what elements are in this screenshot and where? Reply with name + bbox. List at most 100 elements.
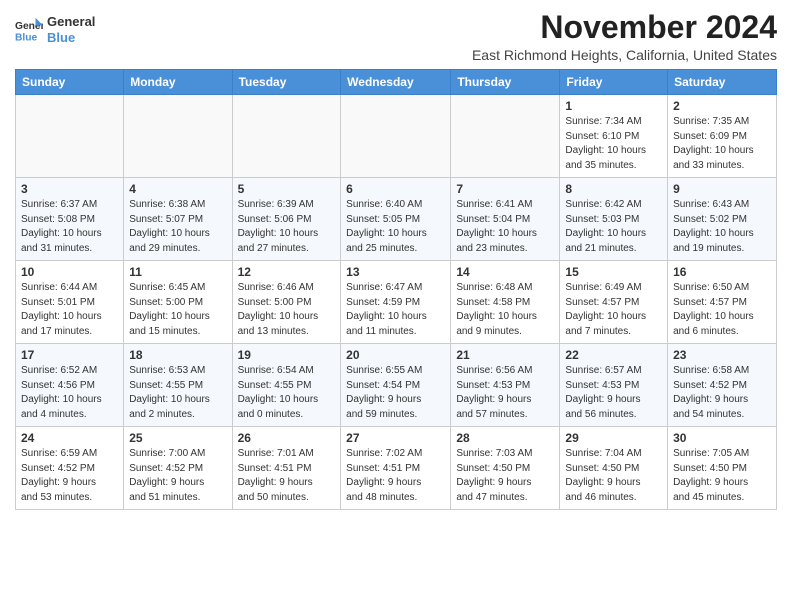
day-info: Sunrise: 7:02 AM Sunset: 4:51 PM Dayligh… [346, 447, 445, 505]
day-number: 27 [346, 431, 445, 445]
day-info: Sunrise: 6:43 AM Sunset: 5:02 PM Dayligh… [673, 198, 771, 256]
day-info: Sunrise: 7:00 AM Sunset: 4:52 PM Dayligh… [129, 447, 226, 505]
calendar-day-cell [232, 95, 341, 178]
calendar-day-cell: 20Sunrise: 6:55 AM Sunset: 4:54 PM Dayli… [341, 344, 451, 427]
calendar-day-cell [341, 95, 451, 178]
day-info: Sunrise: 6:55 AM Sunset: 4:54 PM Dayligh… [346, 364, 445, 422]
calendar-day-cell: 30Sunrise: 7:05 AM Sunset: 4:50 PM Dayli… [668, 427, 777, 510]
calendar-day-cell: 21 Sunrise: 6:56 AM Sunset: 4:53 PM Dayli… [451, 344, 560, 427]
day-number: 8 [565, 182, 662, 196]
day-number: 14 [456, 265, 554, 279]
day-info: Sunrise: 6:48 AM Sunset: 4:58 PM Dayligh… [456, 281, 554, 339]
calendar-day-cell: 8 Sunrise: 6:42 AM Sunset: 5:03 PM Daylig… [560, 178, 668, 261]
day-info: Sunrise: 6:38 AM Sunset: 5:07 PM Dayligh… [129, 198, 226, 256]
day-info: Sunrise: 6:58 AM Sunset: 4:52 PM Dayligh… [673, 364, 771, 422]
calendar-day-cell: 27 Sunrise: 7:02 AM Sunset: 4:51 PM Dayli… [341, 427, 451, 510]
svg-text:Blue: Blue [15, 32, 38, 43]
calendar-day-cell: 2Sunrise: 7:35 AM Sunset: 6:09 PM Daylig… [668, 95, 777, 178]
day-number: 25 [129, 431, 226, 445]
day-info: Sunrise: 7:01 AM Sunset: 4:51 PM Dayligh… [238, 447, 336, 505]
calendar-day-cell: 1 Sunrise: 7:34 AM Sunset: 6:10 PM Daylig… [560, 95, 668, 178]
weekday-header: Wednesday [341, 70, 451, 95]
day-number: 5 [238, 182, 336, 196]
day-info: Sunrise: 6:42 AM Sunset: 5:03 PM Dayligh… [565, 198, 662, 256]
calendar-day-cell: 4 Sunrise: 6:38 AM Sunset: 5:07 PM Daylig… [124, 178, 232, 261]
calendar-day-cell: 23Sunrise: 6:58 AM Sunset: 4:52 PM Dayli… [668, 344, 777, 427]
month-title: November 2024 [472, 10, 777, 45]
day-number: 3 [21, 182, 118, 196]
day-number: 24 [21, 431, 118, 445]
calendar-day-cell: 13 Sunrise: 6:47 AM Sunset: 4:59 PM Dayli… [341, 261, 451, 344]
weekday-header: Friday [560, 70, 668, 95]
calendar-day-cell: 17Sunrise: 6:52 AM Sunset: 4:56 PM Dayli… [16, 344, 124, 427]
day-info: Sunrise: 6:54 AM Sunset: 4:55 PM Dayligh… [238, 364, 336, 422]
day-number: 9 [673, 182, 771, 196]
day-info: Sunrise: 6:59 AM Sunset: 4:52 PM Dayligh… [21, 447, 118, 505]
calendar-day-cell: 14 Sunrise: 6:48 AM Sunset: 4:58 PM Dayli… [451, 261, 560, 344]
weekday-header: Thursday [451, 70, 560, 95]
calendar-day-cell [451, 95, 560, 178]
day-info: Sunrise: 6:49 AM Sunset: 4:57 PM Dayligh… [565, 281, 662, 339]
day-info: Sunrise: 6:45 AM Sunset: 5:00 PM Dayligh… [129, 281, 226, 339]
day-number: 22 [565, 348, 662, 362]
day-info: Sunrise: 7:03 AM Sunset: 4:50 PM Dayligh… [456, 447, 554, 505]
day-number: 30 [673, 431, 771, 445]
calendar-day-cell: 9 Sunrise: 6:43 AM Sunset: 5:02 PM Daylig… [668, 178, 777, 261]
day-info: Sunrise: 6:56 AM Sunset: 4:53 PM Dayligh… [456, 364, 554, 422]
calendar-day-cell: 11Sunrise: 6:45 AM Sunset: 5:00 PM Dayli… [124, 261, 232, 344]
day-number: 28 [456, 431, 554, 445]
weekday-header: Tuesday [232, 70, 341, 95]
day-number: 21 [456, 348, 554, 362]
day-info: Sunrise: 6:50 AM Sunset: 4:57 PM Dayligh… [673, 281, 771, 339]
calendar-day-cell: 18Sunrise: 6:53 AM Sunset: 4:55 PM Dayli… [124, 344, 232, 427]
day-number: 2 [673, 99, 771, 113]
day-info: Sunrise: 7:04 AM Sunset: 4:50 PM Dayligh… [565, 447, 662, 505]
subtitle: East Richmond Heights, California, Unite… [472, 47, 777, 63]
calendar-week-row: 17Sunrise: 6:52 AM Sunset: 4:56 PM Dayli… [16, 344, 777, 427]
day-info: Sunrise: 6:44 AM Sunset: 5:01 PM Dayligh… [21, 281, 118, 339]
header: General Blue GeneralBlue November 2024 E… [15, 10, 777, 63]
calendar-day-cell: 22 Sunrise: 6:57 AM Sunset: 4:53 PM Dayli… [560, 344, 668, 427]
day-number: 10 [21, 265, 118, 279]
calendar-day-cell: 16Sunrise: 6:50 AM Sunset: 4:57 PM Dayli… [668, 261, 777, 344]
calendar-day-cell: 6 Sunrise: 6:40 AM Sunset: 5:05 PM Daylig… [341, 178, 451, 261]
calendar-day-cell: 24 Sunrise: 6:59 AM Sunset: 4:52 PM Dayli… [16, 427, 124, 510]
weekday-header: Saturday [668, 70, 777, 95]
calendar-week-row: 1 Sunrise: 7:34 AM Sunset: 6:10 PM Daylig… [16, 95, 777, 178]
calendar-day-cell: 19 Sunrise: 6:54 AM Sunset: 4:55 PM Dayli… [232, 344, 341, 427]
day-info: Sunrise: 6:57 AM Sunset: 4:53 PM Dayligh… [565, 364, 662, 422]
logo-icon: General Blue [15, 16, 43, 44]
day-info: Sunrise: 7:34 AM Sunset: 6:10 PM Dayligh… [565, 115, 662, 173]
calendar-day-cell: 10 Sunrise: 6:44 AM Sunset: 5:01 PM Dayli… [16, 261, 124, 344]
day-info: Sunrise: 6:47 AM Sunset: 4:59 PM Dayligh… [346, 281, 445, 339]
day-number: 4 [129, 182, 226, 196]
logo: General Blue GeneralBlue [15, 14, 95, 45]
calendar-day-cell: 29 Sunrise: 7:04 AM Sunset: 4:50 PM Dayli… [560, 427, 668, 510]
day-info: Sunrise: 6:40 AM Sunset: 5:05 PM Dayligh… [346, 198, 445, 256]
day-number: 1 [565, 99, 662, 113]
day-info: Sunrise: 6:53 AM Sunset: 4:55 PM Dayligh… [129, 364, 226, 422]
day-number: 13 [346, 265, 445, 279]
day-info: Sunrise: 6:46 AM Sunset: 5:00 PM Dayligh… [238, 281, 336, 339]
calendar-day-cell: 26 Sunrise: 7:01 AM Sunset: 4:51 PM Dayli… [232, 427, 341, 510]
day-number: 15 [565, 265, 662, 279]
calendar-week-row: 3 Sunrise: 6:37 AM Sunset: 5:08 PM Daylig… [16, 178, 777, 261]
title-block: November 2024 East Richmond Heights, Cal… [472, 10, 777, 63]
day-number: 7 [456, 182, 554, 196]
day-number: 26 [238, 431, 336, 445]
calendar-day-cell: 15 Sunrise: 6:49 AM Sunset: 4:57 PM Dayli… [560, 261, 668, 344]
calendar-week-row: 24 Sunrise: 6:59 AM Sunset: 4:52 PM Dayli… [16, 427, 777, 510]
day-number: 29 [565, 431, 662, 445]
day-info: Sunrise: 6:41 AM Sunset: 5:04 PM Dayligh… [456, 198, 554, 256]
weekday-header: Monday [124, 70, 232, 95]
page: General Blue GeneralBlue November 2024 E… [0, 0, 792, 520]
day-info: Sunrise: 6:37 AM Sunset: 5:08 PM Dayligh… [21, 198, 118, 256]
day-number: 17 [21, 348, 118, 362]
calendar-day-cell: 5Sunrise: 6:39 AM Sunset: 5:06 PM Daylig… [232, 178, 341, 261]
day-number: 19 [238, 348, 336, 362]
calendar-day-cell [16, 95, 124, 178]
calendar-day-cell: 7 Sunrise: 6:41 AM Sunset: 5:04 PM Daylig… [451, 178, 560, 261]
day-number: 6 [346, 182, 445, 196]
calendar-day-cell: 3 Sunrise: 6:37 AM Sunset: 5:08 PM Daylig… [16, 178, 124, 261]
weekday-header: Sunday [16, 70, 124, 95]
